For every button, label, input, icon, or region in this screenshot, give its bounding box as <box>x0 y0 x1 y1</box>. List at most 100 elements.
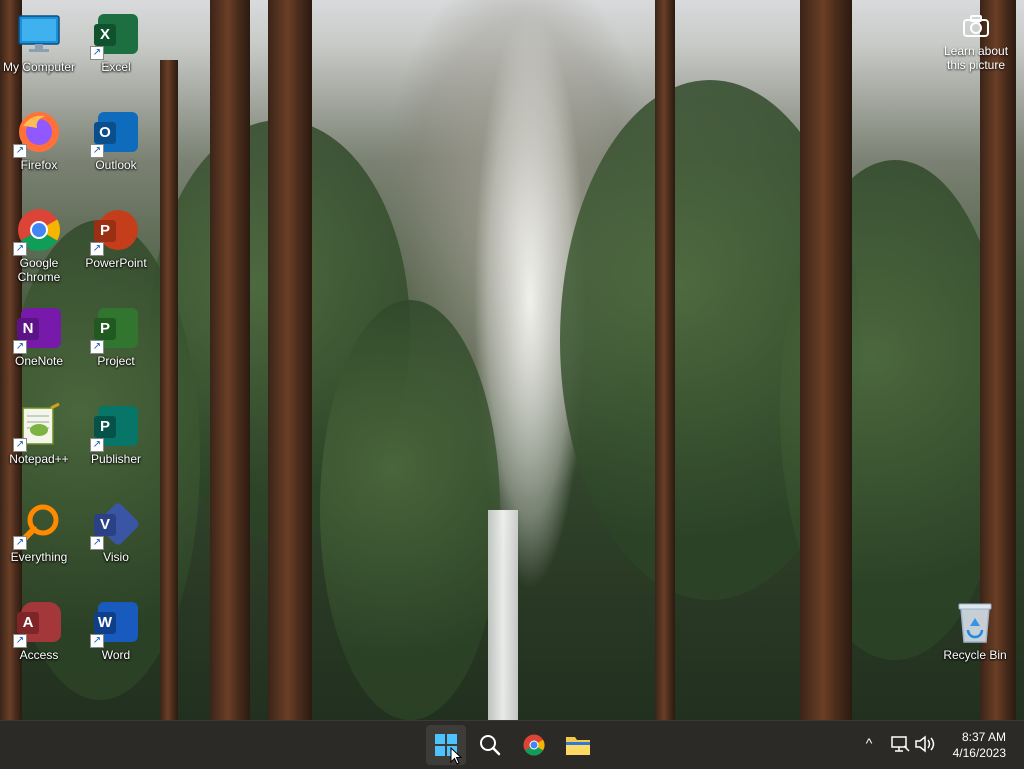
everything-icon: ↗ <box>13 500 63 550</box>
taskbar-chrome-button[interactable] <box>514 725 554 765</box>
desktop-icon-label: My Computer <box>2 60 76 74</box>
chrome-icon <box>522 733 546 757</box>
monitor-icon <box>15 10 63 58</box>
mouse-cursor-icon <box>450 746 463 765</box>
app-tile: N <box>17 308 61 348</box>
desktop-icon-label: Outlook <box>95 158 137 172</box>
desktop-icon-word[interactable]: W ↗ Word <box>78 594 154 688</box>
shortcut-arrow-icon: ↗ <box>90 242 104 256</box>
lower-waterfall <box>488 510 518 720</box>
shortcut-arrow-icon: ↗ <box>90 144 104 158</box>
app-tile: P <box>94 210 138 250</box>
shortcut-arrow-icon: ↗ <box>13 340 27 354</box>
visio-icon: V ↗ <box>90 500 141 550</box>
app-letter: O <box>94 122 116 144</box>
shortcut-arrow-icon: ↗ <box>90 340 104 354</box>
desktop-icon-label: OneNote <box>14 354 64 368</box>
tree-trunk <box>800 0 852 720</box>
desktop-icon-google-chrome[interactable]: ↗ Google Chrome <box>1 202 77 296</box>
taskbar: ^ 8:37 AM 4/16/2023 <box>0 720 1024 769</box>
app-tile: X <box>94 14 138 54</box>
app-tile: O <box>94 112 138 152</box>
search-icon <box>479 734 501 756</box>
app-letter: V <box>94 514 116 536</box>
tree-trunk <box>268 0 312 720</box>
app-letter: P <box>94 416 116 438</box>
desktop-icon-label: Everything <box>10 550 68 564</box>
desktop-icon-my-computer[interactable]: My Computer <box>1 6 77 100</box>
network-icon[interactable] <box>890 734 910 754</box>
app-tile: A <box>17 602 61 642</box>
taskbar-clock[interactable]: 8:37 AM 4/16/2023 <box>953 729 1006 761</box>
shortcut-arrow-icon: ↗ <box>13 438 27 452</box>
desktop-icon-recycle-bin[interactable]: Recycle Bin <box>937 594 1013 688</box>
desktop-icon-notepadpp[interactable]: ↗ Notepad++ <box>1 398 77 492</box>
desktop-icon-project[interactable]: P ↗ Project <box>78 300 154 394</box>
powerpoint-icon: P ↗ <box>90 206 140 256</box>
chrome-icon: ↗ <box>13 206 63 256</box>
desktop-icon-access[interactable]: A ↗ Access <box>1 594 77 688</box>
shortcut-arrow-icon: ↗ <box>13 536 27 550</box>
volume-icon[interactable] <box>914 734 936 754</box>
taskbar-file-explorer-button[interactable] <box>558 725 598 765</box>
word-icon: W ↗ <box>90 598 140 648</box>
shortcut-arrow-icon: ↗ <box>13 242 27 256</box>
desktop-icon-label: Google Chrome <box>17 256 61 284</box>
desktop-icon-onenote[interactable]: N ↗ OneNote <box>1 300 77 394</box>
show-hidden-icons-chevron-icon[interactable]: ^ <box>860 735 878 755</box>
app-tile: P <box>94 308 138 348</box>
desktop-icon-label: Publisher <box>90 452 142 466</box>
desktop-icon-publisher[interactable]: P ↗ Publisher <box>78 398 154 492</box>
desktop-icon-label: Project <box>97 354 135 368</box>
notepadpp-icon: ↗ <box>13 402 63 452</box>
desktop-icon-label: Access <box>19 648 59 662</box>
camera-icon <box>962 14 990 38</box>
shortcut-arrow-icon: ↗ <box>13 634 27 648</box>
desktop-icon-outlook[interactable]: O ↗ Outlook <box>78 104 154 198</box>
desktop-icon-label: Word <box>101 648 131 662</box>
desktop-icon-label: Notepad++ <box>9 452 69 466</box>
desktop-icon-label: Recycle Bin <box>943 648 1007 662</box>
tree-trunk <box>210 0 250 720</box>
shortcut-arrow-icon: ↗ <box>90 46 104 60</box>
app-letter: P <box>94 220 116 242</box>
tree-foliage <box>320 300 500 720</box>
publisher-icon: P ↗ <box>90 402 140 452</box>
desktop-icon-label: Visio <box>103 550 129 564</box>
folder-icon <box>565 734 591 756</box>
desktop-icon-everything[interactable]: ↗ Everything <box>1 496 77 590</box>
outlook-icon: O ↗ <box>90 108 140 158</box>
app-letter: A <box>17 612 39 634</box>
desktop-icon-excel[interactable]: X ↗ Excel <box>78 6 154 100</box>
tree-trunk <box>160 60 178 720</box>
recycle-bin-icon <box>951 598 999 646</box>
desktop-icon-firefox[interactable]: ↗ Firefox <box>1 104 77 198</box>
shortcut-arrow-icon: ↗ <box>90 536 104 550</box>
clock-time: 8:37 AM <box>961 730 1006 744</box>
excel-icon: X ↗ <box>90 10 140 60</box>
app-letter: W <box>94 612 116 634</box>
desktop-icon-visio[interactable]: V ↗ Visio <box>78 496 154 590</box>
app-letter: X <box>94 24 116 46</box>
shortcut-arrow-icon: ↗ <box>90 438 104 452</box>
learn-about-label-line1: Learn about <box>943 44 1009 58</box>
app-letter: N <box>17 318 39 340</box>
access-icon: A ↗ <box>13 598 63 648</box>
shortcut-arrow-icon: ↗ <box>13 144 27 158</box>
shortcut-arrow-icon: ↗ <box>90 634 104 648</box>
taskbar-search-button[interactable] <box>470 725 510 765</box>
app-tile: W <box>94 602 138 642</box>
project-icon: P ↗ <box>90 304 140 354</box>
app-tile: P <box>94 406 138 446</box>
firefox-icon: ↗ <box>13 108 63 158</box>
desktop-icon-label: Firefox <box>20 158 58 172</box>
app-letter: P <box>94 318 116 340</box>
desktop-icon-label: Excel <box>101 60 131 74</box>
desktop-icon-label: PowerPoint <box>85 256 147 270</box>
onenote-icon: N ↗ <box>13 304 63 354</box>
learn-about-label-line2: this picture <box>946 58 1006 72</box>
clock-date: 4/16/2023 <box>952 746 1006 760</box>
desktop-icon-powerpoint[interactable]: P ↗ PowerPoint <box>78 202 154 296</box>
learn-about-picture-button[interactable]: Learn about this picture <box>938 12 1014 72</box>
start-button[interactable] <box>426 725 466 765</box>
